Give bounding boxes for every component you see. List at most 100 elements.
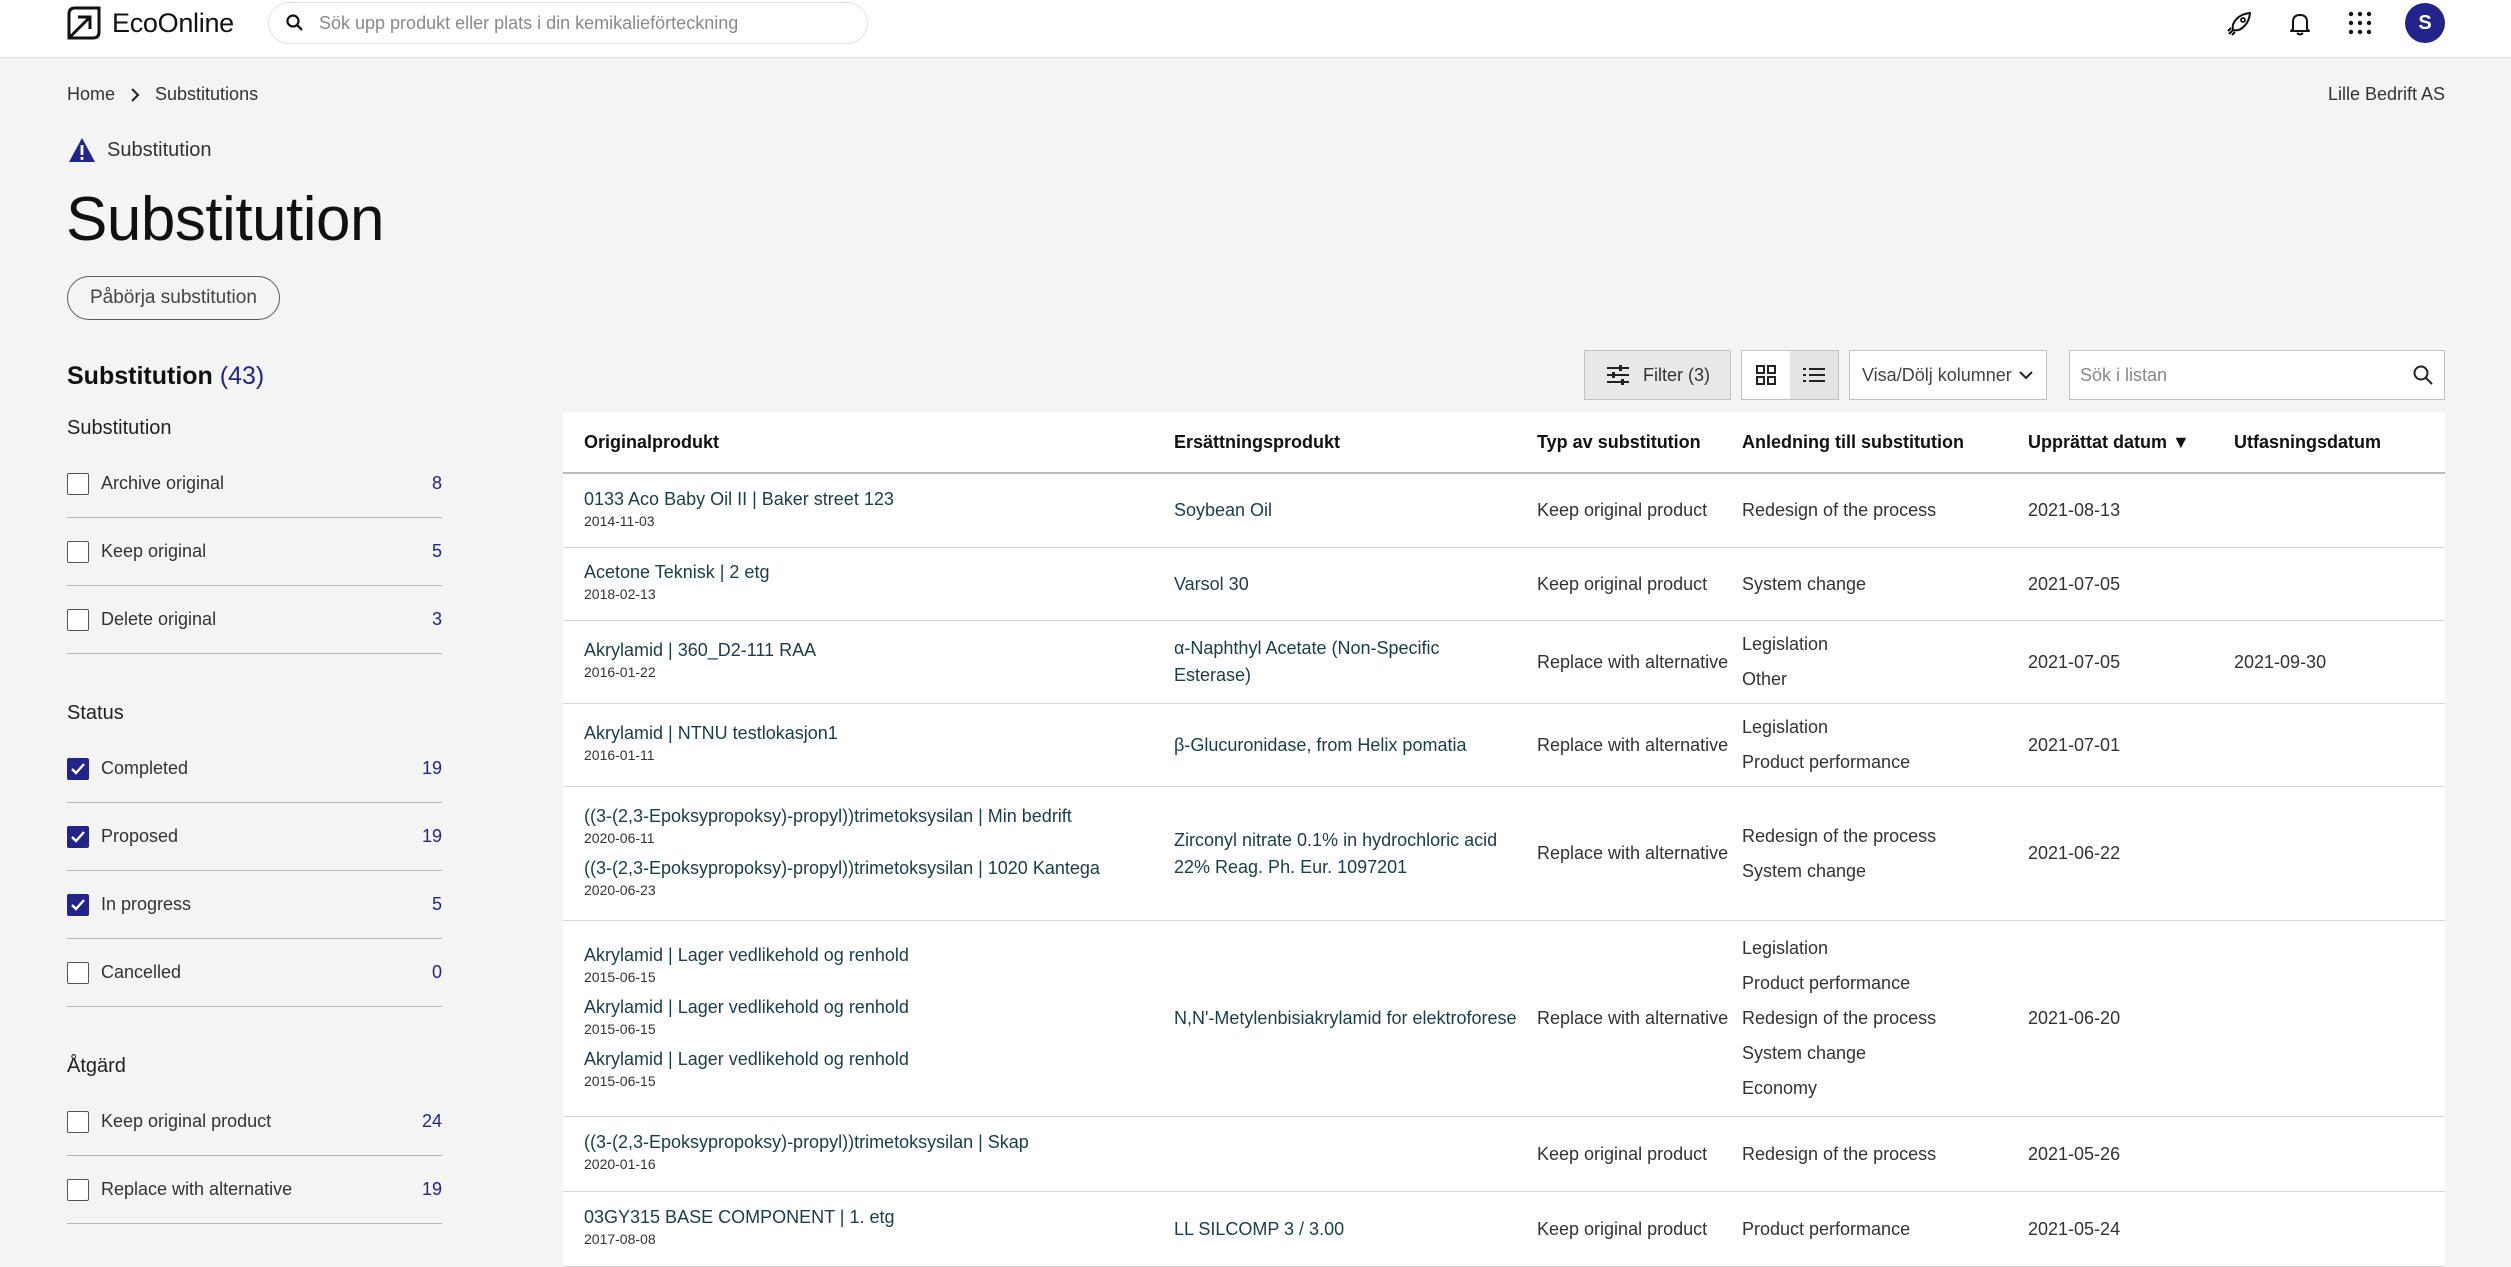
table-row[interactable]: Akrylamid | 360_D2-111 RAA 2016-01-22 α-Na… xyxy=(563,621,2445,704)
cell-replacement[interactable]: β-Glucuronidase, from Helix pomatia xyxy=(1172,732,1537,759)
filter-option-count: 19 xyxy=(421,826,442,846)
reason-item: Legislation xyxy=(1742,938,1829,958)
table-row[interactable]: 03GY315 BASE COMPONENT | 1. etg 2017-08-0… xyxy=(563,1192,2445,1267)
avatar[interactable]: S xyxy=(2405,3,2445,43)
cell-original: Akrylamid | Lager vedlikehold og renhold… xyxy=(563,939,1172,1099)
cell-original: 03GY315 BASE COMPONENT | 1. etg 2017-08-0… xyxy=(563,1201,1172,1257)
original-product-link[interactable]: Acetone Teknisk | 2 etg xyxy=(584,560,1172,584)
list-search-input[interactable] xyxy=(2080,364,2312,386)
sliders-icon xyxy=(1607,365,1629,385)
original-product-link[interactable]: Akrylamid | Lager vedlikehold og renhold xyxy=(584,943,1172,967)
filter-option[interactable]: Keep original product 24 xyxy=(67,1088,442,1156)
col-header-replacement[interactable]: Ersättningsprodukt xyxy=(1172,432,1537,453)
filter-group-title: Åtgärd xyxy=(67,1055,126,1077)
reason-item: Legislation xyxy=(1742,717,1829,737)
grid-view-icon xyxy=(1756,365,1776,385)
checkbox[interactable] xyxy=(67,608,89,631)
list-view-button[interactable] xyxy=(1790,351,1838,399)
cell-created-date: 2021-06-20 xyxy=(2028,1008,2121,1028)
checkbox[interactable] xyxy=(67,961,89,984)
apps-grid-icon[interactable] xyxy=(2345,8,2375,38)
col-header-original[interactable]: Originalprodukt xyxy=(563,432,1172,453)
table-row[interactable]: Akrylamid | NTNU testlokasjon1 2016-01-11… xyxy=(563,704,2445,787)
cell-replacement[interactable]: LL SILCOMP 3 / 3.00 xyxy=(1172,1216,1537,1243)
warning-icon xyxy=(69,138,95,162)
original-product-link[interactable]: 03GY315 BASE COMPONENT | 1. etg xyxy=(584,1205,1172,1229)
checkmark-icon xyxy=(71,898,85,911)
bell-icon[interactable] xyxy=(2285,8,2315,38)
original-product-link[interactable]: Akrylamid | NTNU testlokasjon1 xyxy=(584,721,1172,745)
col-header-type[interactable]: Typ av substitution xyxy=(1537,432,1742,453)
original-product-link[interactable]: ((3-(2,3-Epoksypropoksy)-propyl))trimeto… xyxy=(584,856,1172,880)
filter-option[interactable]: Cancelled 0 xyxy=(67,939,442,1007)
original-product-date: 2018-02-13 xyxy=(584,586,656,602)
cell-original: Acetone Teknisk | 2 etg 2018-02-13 xyxy=(563,556,1172,612)
filter-option[interactable]: Delete original 3 xyxy=(67,586,442,654)
filter-option-count: 19 xyxy=(421,758,442,778)
cell-replacement[interactable]: Zirconyl nitrate 0.1% in hydrochloric ac… xyxy=(1172,827,1537,881)
filter-option[interactable]: Replace with alternative 19 xyxy=(67,1156,442,1224)
filter-option-label: Replace with alternative xyxy=(101,1179,293,1199)
original-product-link[interactable]: ((3-(2,3-Epoksypropoksy)-propyl))trimeto… xyxy=(584,804,1172,828)
original-product-link[interactable]: Akrylamid | 360_D2-111 RAA xyxy=(584,638,1172,662)
checkmark-icon xyxy=(71,830,85,843)
reason-item: Product performance xyxy=(1742,1218,1911,1239)
rocket-icon[interactable] xyxy=(2225,8,2255,38)
cell-type: Keep original product xyxy=(1537,500,1708,520)
col-header-created[interactable]: Upprättat datum ▼ xyxy=(2028,432,2234,453)
breadcrumb-home[interactable]: Home xyxy=(67,84,115,105)
filter-option[interactable]: Completed 19 xyxy=(67,735,442,803)
global-search-input[interactable] xyxy=(319,12,839,34)
breadcrumb-current[interactable]: Substitutions xyxy=(155,84,258,105)
cell-replacement[interactable]: Varsol 30 xyxy=(1172,571,1537,598)
checkbox[interactable] xyxy=(67,540,89,563)
cell-original: ((3-(2,3-Epoksypropoksy)-propyl))trimeto… xyxy=(563,800,1172,908)
filter-button-label: Filter (3) xyxy=(1643,364,1710,385)
original-product-link[interactable]: ((3-(2,3-Epoksypropoksy)-propyl))trimeto… xyxy=(584,1130,1172,1154)
checkbox-checked[interactable] xyxy=(67,893,89,916)
global-search[interactable] xyxy=(268,2,868,44)
checkbox-checked[interactable] xyxy=(67,825,89,848)
table-row[interactable]: Acetone Teknisk | 2 etg 2018-02-13 Varsol … xyxy=(563,548,2445,621)
filter-option[interactable]: In progress 5 xyxy=(67,871,442,939)
original-product-date: 2014-11-03 xyxy=(584,512,655,529)
filter-sidebar: Substitution (43) Substitution Archive or… xyxy=(67,362,442,1224)
list-view-icon xyxy=(1803,368,1825,382)
table-row[interactable]: 0133 Aco Baby Oil II | Baker street 123 2… xyxy=(563,474,2445,548)
original-product-link[interactable]: 0133 Aco Baby Oil II | Baker street 123 xyxy=(584,487,1172,511)
filter-option[interactable]: Archive original 8 xyxy=(67,450,442,518)
filter-option-count: 24 xyxy=(421,1111,442,1131)
cell-reason: Product performance xyxy=(1742,1212,2028,1247)
search-icon[interactable] xyxy=(2412,364,2434,386)
table-row[interactable]: ((3-(2,3-Epoksypropoksy)-propyl))trimeto… xyxy=(563,787,2445,921)
cell-type: Keep original product xyxy=(1537,573,1708,594)
filter-option[interactable]: Proposed 19 xyxy=(67,803,442,871)
start-substitution-button[interactable]: Påbörja substitution xyxy=(67,276,280,320)
col-header-phaseout[interactable]: Utfasningsdatum xyxy=(2234,432,2434,453)
table-row[interactable]: Akrylamid | Lager vedlikehold og renhold… xyxy=(563,921,2445,1117)
cell-replacement[interactable]: α-Naphthyl Acetate (Non-Specific Esteras… xyxy=(1172,635,1537,689)
cell-replacement[interactable]: N,N'-Metylenbisiakrylamid for elektrofor… xyxy=(1172,1005,1537,1032)
reason-item: Redesign of the process xyxy=(1742,1143,1937,1164)
grid-view-button[interactable] xyxy=(1742,351,1790,399)
list-search[interactable] xyxy=(2069,350,2445,400)
cell-type: Replace with alternative xyxy=(1537,734,1729,755)
cell-created-date: 2021-08-13 xyxy=(2028,500,2121,520)
filter-button[interactable]: Filter (3) xyxy=(1584,350,1731,400)
original-product-date: 2015-06-15 xyxy=(584,1072,656,1089)
col-header-reason[interactable]: Anledning till substitution xyxy=(1742,432,2028,453)
checkbox[interactable] xyxy=(67,472,89,495)
column-visibility-select[interactable]: Visa/Dölj kolumner xyxy=(1849,350,2047,400)
cell-replacement[interactable]: Soybean Oil xyxy=(1172,497,1537,524)
original-product-link[interactable]: Akrylamid | Lager vedlikehold og renhold xyxy=(584,995,1172,1019)
brand-logo[interactable]: EcoOnline xyxy=(66,0,234,46)
original-product-date: 2020-01-16 xyxy=(584,1156,656,1172)
original-product-date: 2015-06-15 xyxy=(584,968,656,985)
reason-item: System change xyxy=(1742,573,1867,594)
checkbox[interactable] xyxy=(67,1178,89,1201)
table-row[interactable]: ((3-(2,3-Epoksypropoksy)-propyl))trimeto… xyxy=(563,1117,2445,1192)
filter-option[interactable]: Keep original 5 xyxy=(67,518,442,586)
checkbox[interactable] xyxy=(67,1110,89,1133)
original-product-link[interactable]: Akrylamid | Lager vedlikehold og renhold xyxy=(584,1047,1172,1071)
checkbox-checked[interactable] xyxy=(67,757,89,780)
